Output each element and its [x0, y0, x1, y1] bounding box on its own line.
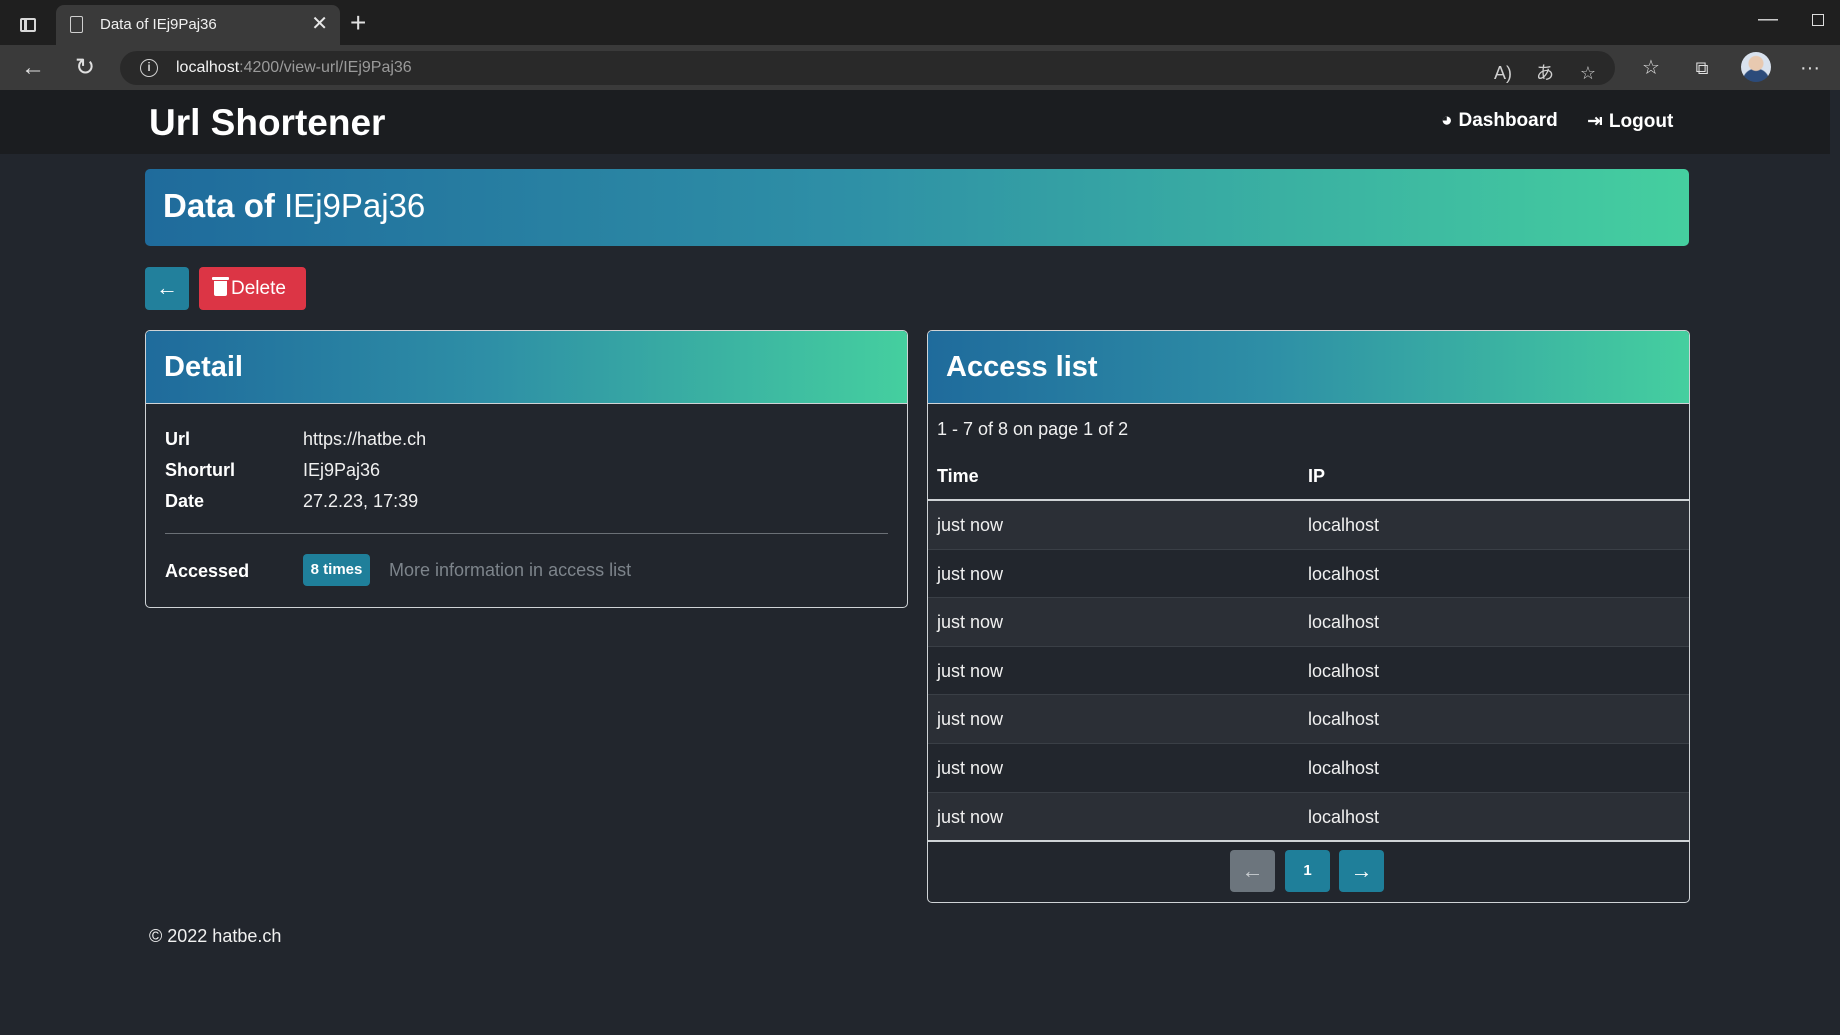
cell-time: just now [937, 660, 1004, 681]
cell-ip: localhost [1308, 515, 1380, 535]
maximize-icon[interactable] [1812, 14, 1824, 26]
pagination-prev-button[interactable]: ← [1230, 850, 1275, 892]
site-info-icon[interactable]: i [140, 59, 158, 77]
reload-icon[interactable]: ↻ [70, 54, 100, 82]
access-card-header: Access list [928, 331, 1689, 404]
accessed-key: Accessed [165, 561, 250, 581]
page-title: Data of IEj9Paj36 [163, 187, 426, 224]
browser-tab-bar: Data of IEj9Paj36 ✕ + — [0, 0, 1840, 45]
url-text: localhost:4200/view-url/IEj9Paj36 [176, 59, 412, 76]
back-nav-icon[interactable]: ← [18, 54, 48, 82]
access-table-body: just now localhost just now localhost just… [928, 501, 1689, 842]
translate-icon[interactable]: あ [1532, 61, 1558, 85]
url-field[interactable]: i localhost:4200/view-url/IEj9Paj36 A) あ… [120, 51, 1615, 85]
table-row: just now localhost [928, 744, 1689, 793]
table-row: just now localhost [928, 647, 1689, 696]
nav-dashboard-label: Dashboard [1458, 110, 1558, 131]
tab-title: Data of IEj9Paj36 [100, 16, 217, 33]
table-row: just now localhost [928, 501, 1689, 550]
detail-card-header: Detail [146, 331, 907, 404]
more-menu-icon[interactable]: ··· [1795, 54, 1825, 82]
cell-time: just now [937, 563, 1004, 584]
column-header-ip: IP [1308, 466, 1326, 486]
pagination-range: 1 - 7 of 8 on page 1 of 2 [937, 419, 1129, 439]
add-favorite-icon[interactable]: ☆ [1575, 61, 1601, 85]
tab-actions-icon[interactable] [14, 12, 42, 36]
accessed-count-badge: 8 times [303, 554, 370, 586]
shorturl-key: Shorturl [165, 460, 235, 480]
detail-divider [165, 533, 888, 534]
shorturl-value: IEj9Paj36 [303, 460, 381, 480]
cell-time: just now [937, 757, 1004, 778]
nav-logout-label: Logout [1608, 111, 1674, 132]
table-row: just now localhost [928, 792, 1689, 842]
read-aloud-icon[interactable]: A) [1490, 61, 1516, 85]
favorites-icon[interactable]: ☆ [1636, 54, 1666, 82]
collections-icon[interactable]: ⧉ [1687, 54, 1717, 82]
cell-time: just now [937, 515, 1004, 535]
dashboard-icon: ◕ [1441, 110, 1453, 131]
address-bar: ← ↻ i localhost:4200/view-url/IEj9Paj36 … [0, 45, 1840, 90]
cell-ip: localhost [1308, 709, 1380, 730]
detail-card: Detail Url https://hatbe.ch Shorturl IEj… [145, 330, 908, 608]
url-key: Url [165, 429, 191, 449]
logout-icon: ⇥ [1587, 111, 1603, 132]
pagination-next-button[interactable]: → [1339, 850, 1384, 892]
delete-label: Delete [231, 278, 286, 299]
column-header-time: Time [937, 466, 979, 486]
cell-ip: localhost [1308, 563, 1380, 584]
table-row: just now localhost [928, 550, 1689, 599]
cell-ip: localhost [1308, 612, 1380, 633]
pagination-page-button[interactable]: 1 [1285, 850, 1330, 892]
table-row: just now localhost [928, 598, 1689, 647]
cell-time: just now [937, 612, 1004, 633]
cell-time: just now [937, 709, 1004, 730]
page-icon [70, 16, 83, 33]
cell-ip: localhost [1308, 660, 1380, 681]
brand-title[interactable]: Url Shortener [149, 102, 385, 144]
table-row: just now localhost [928, 695, 1689, 744]
cell-time: just now [937, 806, 1004, 827]
detail-title: Detail [164, 351, 243, 383]
new-tab-button[interactable]: + [350, 8, 366, 38]
cell-ip: localhost [1308, 757, 1380, 778]
url-value: https://hatbe.ch [303, 429, 427, 449]
more-info-text: More information in access list [389, 560, 632, 580]
app-header: Url Shortener ◕ Dashboard ⇥ Logout [0, 90, 1830, 154]
footer-copyright: © 2022 hatbe.ch [149, 926, 282, 946]
cell-ip: localhost [1308, 806, 1380, 827]
page-banner: Data of IEj9Paj36 [145, 169, 1689, 246]
access-list-card: Access list 1 - 7 of 8 on page 1 of 2 Ti… [927, 330, 1690, 903]
page-title-code: IEj9Paj36 [284, 187, 426, 224]
delete-button[interactable]: Delete [199, 267, 306, 310]
trash-icon [212, 277, 229, 296]
access-title: Access list [946, 351, 1098, 383]
minimize-icon[interactable]: — [1758, 8, 1778, 31]
date-key: Date [165, 491, 205, 511]
back-button[interactable]: ← [145, 267, 189, 310]
close-tab-icon[interactable]: ✕ [311, 13, 328, 35]
date-value: 27.2.23, 17:39 [303, 491, 419, 511]
nav-logout[interactable]: ⇥ Logout [1587, 110, 1673, 133]
profile-avatar[interactable] [1741, 52, 1771, 82]
nav-dashboard[interactable]: ◕ Dashboard [1441, 110, 1558, 132]
table-footer-divider [928, 840, 1689, 842]
browser-tab[interactable]: Data of IEj9Paj36 ✕ [56, 5, 340, 45]
